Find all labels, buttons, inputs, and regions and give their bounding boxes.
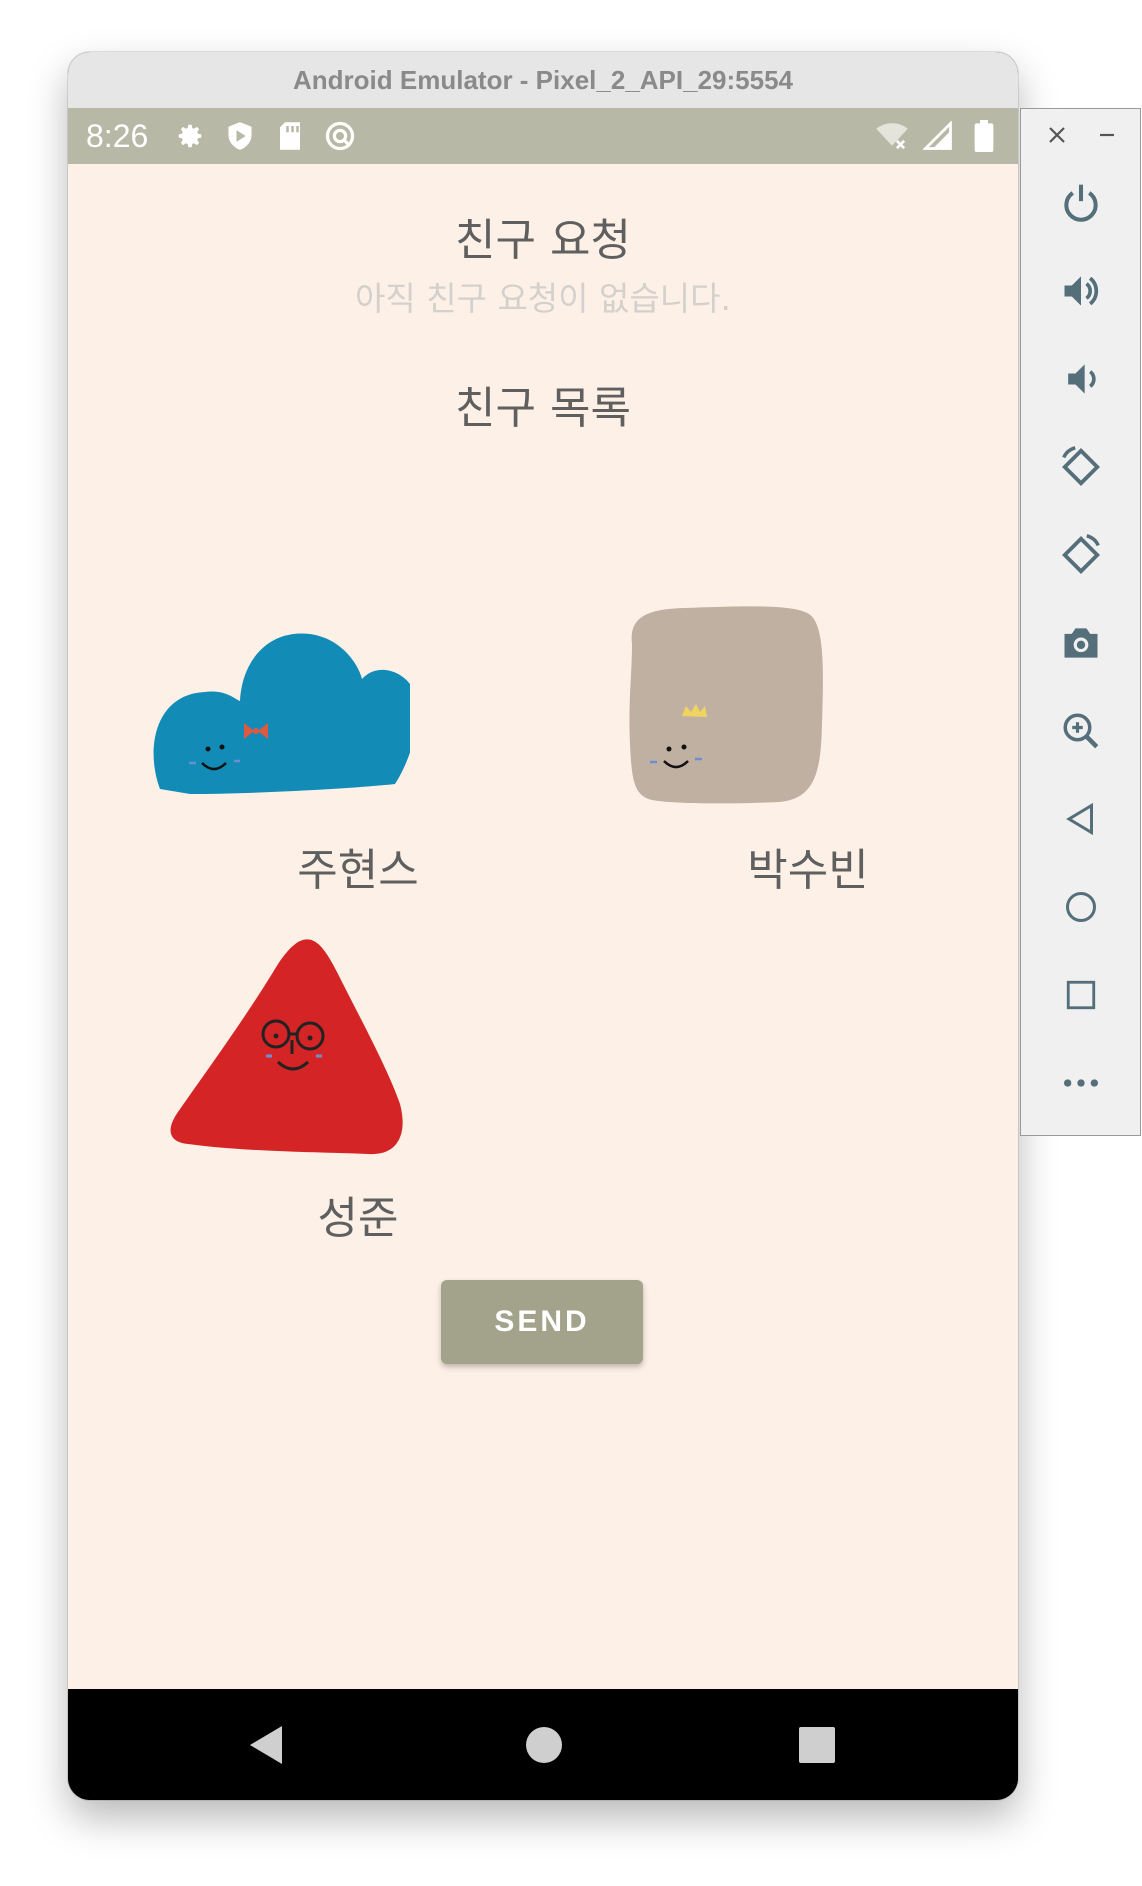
volume-down-icon[interactable] xyxy=(1051,349,1111,409)
camera-icon[interactable] xyxy=(1051,613,1111,673)
close-icon[interactable] xyxy=(1045,123,1069,151)
nav-home-icon[interactable] xyxy=(524,1725,564,1769)
signal-icon xyxy=(920,118,956,154)
rotate-left-icon[interactable] xyxy=(1051,437,1111,497)
window-title: Android Emulator - Pixel_2_API_29:5554 xyxy=(293,64,793,95)
emulator-side-toolbar xyxy=(1020,108,1141,1136)
power-icon[interactable] xyxy=(1051,173,1111,233)
nav-back-icon[interactable] xyxy=(246,1724,286,1770)
status-time: 8:26 xyxy=(86,117,149,154)
shield-icon xyxy=(222,118,258,154)
android-navbar xyxy=(68,1689,1018,1800)
friend-list-heading: 친구 목록 xyxy=(455,383,631,434)
home-icon[interactable] xyxy=(1051,877,1111,937)
sd-card-icon xyxy=(272,118,308,154)
wifi-off-icon xyxy=(874,118,910,154)
sync-icon xyxy=(322,118,358,154)
emulator-window: Android Emulator - Pixel_2_API_29:5554 8… xyxy=(68,52,1018,1800)
send-button[interactable]: SEND xyxy=(441,1280,643,1364)
zoom-icon[interactable] xyxy=(1051,701,1111,761)
blue-cloud-avatar[interactable] xyxy=(150,629,410,809)
friend-requests-empty-text: 아직 친구 요청이 없습니다. xyxy=(355,279,731,318)
volume-up-icon[interactable] xyxy=(1051,261,1111,321)
beige-square-avatar[interactable] xyxy=(624,604,830,810)
friend-name: 주현스 xyxy=(297,845,419,896)
friend-name: 성준 xyxy=(317,1193,399,1244)
window-titlebar: Android Emulator - Pixel_2_API_29:5554 xyxy=(68,52,1018,109)
minimize-icon[interactable] xyxy=(1095,123,1119,151)
nav-recents-icon[interactable] xyxy=(798,1726,836,1768)
more-icon[interactable] xyxy=(1051,1053,1111,1113)
android-statusbar: 8:26 xyxy=(68,108,1018,164)
app-screen: 친구 요청 아직 친구 요청이 없습니다. 친구 목록 주현스 박수빈 성준 S… xyxy=(68,164,1018,1689)
friend-requests-heading: 친구 요청 xyxy=(455,215,631,266)
back-icon[interactable] xyxy=(1051,789,1111,849)
friend-name: 박수빈 xyxy=(747,845,869,896)
rotate-right-icon[interactable] xyxy=(1051,525,1111,585)
red-triangle-avatar[interactable] xyxy=(168,934,408,1164)
settings-icon xyxy=(172,118,208,154)
overview-icon[interactable] xyxy=(1051,965,1111,1025)
battery-icon xyxy=(966,118,1002,154)
